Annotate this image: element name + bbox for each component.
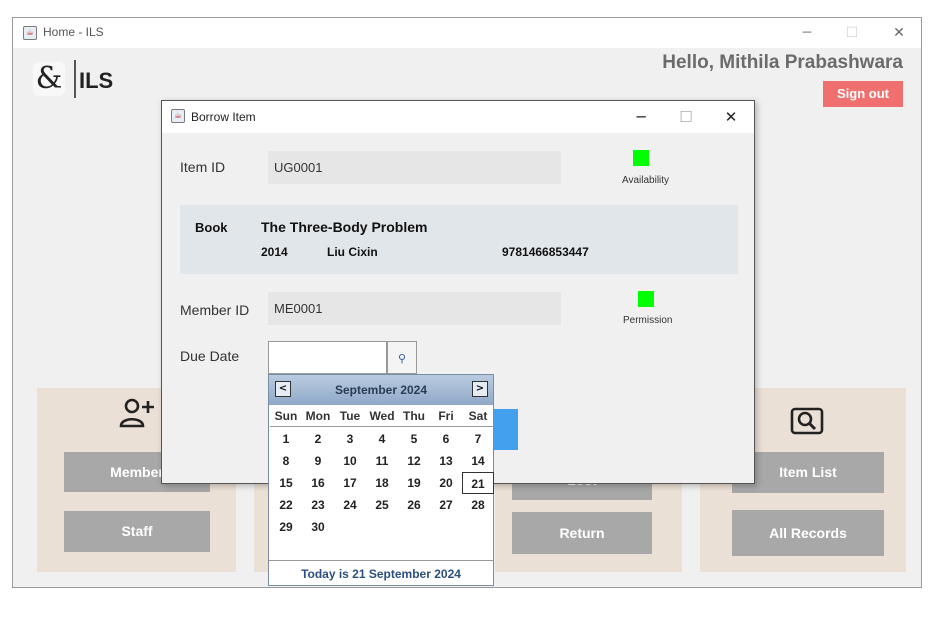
date-picker-button[interactable]: ⚲: [387, 341, 417, 374]
today-button[interactable]: Today is 21 September 2024: [269, 560, 493, 586]
calendar-day[interactable]: 22: [270, 494, 302, 516]
calendar-day[interactable]: 16: [302, 472, 334, 494]
calendar-header: < September 2024 >: [269, 375, 493, 405]
book-details-panel: Book The Three-Body Problem 2014 Liu Cix…: [180, 205, 738, 274]
calendar-day[interactable]: 18: [366, 472, 398, 494]
calendar-day[interactable]: 6: [430, 428, 462, 450]
next-month-button[interactable]: >: [472, 381, 488, 397]
weekday-header: Sun Mon Tue Wed Thu Fri Sat: [270, 407, 494, 427]
dialog-title: Borrow Item: [191, 110, 256, 124]
calendar-day[interactable]: 1: [270, 428, 302, 450]
calendar-day[interactable]: 13: [430, 450, 462, 472]
calendar-day[interactable]: 20: [430, 472, 462, 494]
item-id-field[interactable]: UG0001: [268, 151, 561, 184]
weekday-label: Thu: [403, 409, 425, 423]
sign-out-button[interactable]: Sign out: [823, 81, 903, 107]
dialog-maximize-button[interactable]: ☐: [672, 107, 700, 127]
calendar-day[interactable]: 30: [302, 516, 334, 538]
calendar-day[interactable]: 2: [302, 428, 334, 450]
calendar-day[interactable]: 19: [398, 472, 430, 494]
main-titlebar: ☕ Home - ILS ─ ☐ ✕: [13, 18, 921, 48]
due-date-label: Due Date: [180, 348, 240, 364]
main-window-title: Home - ILS: [43, 25, 104, 39]
ampersand-logo-icon: &: [33, 62, 65, 96]
calendar-month-label: September 2024: [334, 383, 428, 397]
weekday-label: Mon: [305, 409, 331, 423]
calendar-day[interactable]: 25: [366, 494, 398, 516]
weekday-label: Tue: [339, 409, 361, 423]
permission-indicator: [638, 291, 654, 307]
calendar-day[interactable]: 4: [366, 428, 398, 450]
calendar-day[interactable]: 29: [270, 516, 302, 538]
book-year: 2014: [261, 245, 288, 259]
calendar-day[interactable]: 12: [398, 450, 430, 472]
due-date-input[interactable]: [268, 341, 387, 374]
calendar-day[interactable]: 17: [334, 472, 366, 494]
calendar-day[interactable]: 28: [462, 494, 494, 516]
dialog-minimize-button[interactable]: ─: [627, 107, 655, 127]
book-isbn: 9781466853447: [502, 245, 589, 259]
item-id-label: Item ID: [180, 159, 226, 175]
calendar-day[interactable]: 5: [398, 428, 430, 450]
greeting-text: Hello, Mithila Prabashwara: [662, 52, 903, 73]
availability-indicator: [633, 150, 649, 166]
calendar-day[interactable]: 7: [462, 428, 494, 450]
borrow-button[interactable]: [494, 409, 518, 450]
calendar-day[interactable]: 27: [430, 494, 462, 516]
book-author: Liu Cixin: [327, 245, 378, 259]
weekday-label: Fri: [438, 409, 454, 423]
calendar-day[interactable]: 23: [302, 494, 334, 516]
java-app-icon: ☕: [23, 26, 37, 40]
calendar-day[interactable]: 8: [270, 450, 302, 472]
maximize-button[interactable]: ☐: [838, 23, 866, 43]
calendar-day[interactable]: 3: [334, 428, 366, 450]
member-id-field[interactable]: ME0001: [268, 292, 561, 325]
minimize-button[interactable]: ─: [793, 23, 821, 43]
logo-text: ILS: [79, 68, 114, 93]
book-title: The Three-Body Problem: [261, 219, 428, 235]
return-button[interactable]: Return: [512, 512, 652, 554]
availability-label: Availability: [622, 175, 670, 186]
calendar-day-today[interactable]: 21: [462, 472, 494, 494]
calendar-day[interactable]: 24: [334, 494, 366, 516]
calendar-day[interactable]: 26: [398, 494, 430, 516]
calendar-popup: < September 2024 > Sun Mon Tue Wed Thu Fri Sat…: [268, 374, 494, 586]
close-button[interactable]: ✕: [885, 23, 913, 43]
logo-divider: [74, 60, 76, 98]
staff-button[interactable]: Staff: [64, 511, 210, 552]
permission-label: Permission: [623, 315, 673, 326]
calendar-day[interactable]: 9: [302, 450, 334, 472]
calendar-day[interactable]: 14: [462, 450, 494, 472]
calendar-day[interactable]: 11: [366, 450, 398, 472]
calendar-day[interactable]: 15: [270, 472, 302, 494]
member-id-label: Member ID: [180, 302, 250, 318]
item-type: Book: [195, 220, 228, 235]
weekday-label: Sat: [468, 409, 488, 423]
add-person-icon: [119, 398, 155, 435]
java-app-icon: ☕: [171, 109, 185, 123]
all-records-button[interactable]: All Records: [732, 510, 884, 556]
calendar-day[interactable]: 10: [334, 450, 366, 472]
weekday-label: Wed: [369, 409, 395, 423]
weekday-label: Sun: [274, 409, 298, 423]
search-icon: [790, 406, 824, 443]
dialog-close-button[interactable]: ✕: [717, 107, 745, 127]
dialog-titlebar: ☕ Borrow Item ─ ☐ ✕: [162, 101, 754, 133]
calendar-grid: 1 2 3 4 5 6 7 8 9 10 11 12 13 14 15 16 17 18 19 20 21 22 23 24 2…: [270, 428, 494, 558]
